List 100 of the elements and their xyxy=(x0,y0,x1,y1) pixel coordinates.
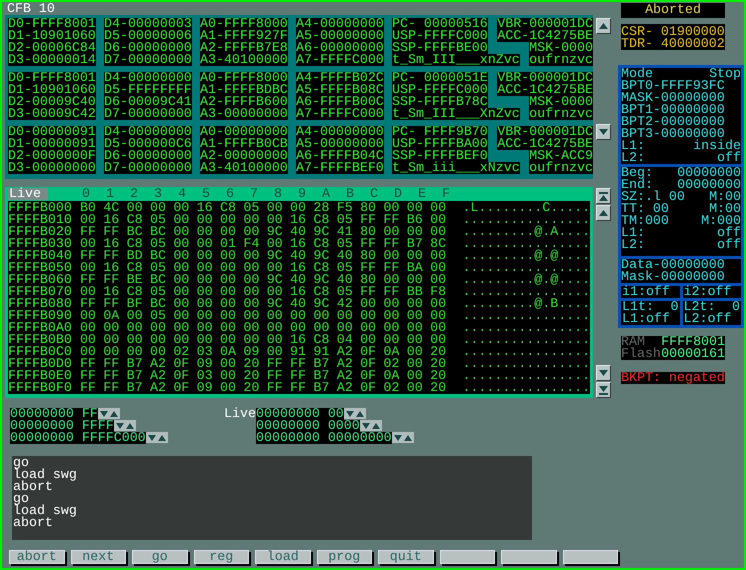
byte-cell-text: 00 xyxy=(266,346,284,358)
byte-cell-text: FF xyxy=(80,382,97,394)
byte-cell-text: A2 xyxy=(336,358,354,370)
command-button[interactable]: load xyxy=(255,550,310,564)
scroll-down-button[interactable] xyxy=(596,124,611,140)
byte-cell-text: 00 xyxy=(150,322,167,334)
register-value: MSK-0000 xyxy=(529,96,593,108)
console-line: go xyxy=(13,493,29,505)
byte-cell-text: B7 xyxy=(126,358,144,370)
byte-cell-text: FF xyxy=(103,382,120,394)
byte-cell-text: FF xyxy=(383,262,400,274)
spinner-button[interactable] xyxy=(146,432,168,443)
ascii-cell: ................ xyxy=(462,310,590,322)
up-down-arrows-icon xyxy=(100,410,118,416)
up-down-arrows-icon xyxy=(362,422,380,428)
memory-watch-field[interactable]: 00000000 00 xyxy=(256,408,344,420)
byte-cell-text: 00 xyxy=(383,250,400,262)
byte-cell-text: 00 xyxy=(383,202,400,214)
breakpoint-value: 0 xyxy=(732,301,740,313)
byte-cell-text: 9C xyxy=(313,250,330,262)
byte-cell-text: FF xyxy=(103,298,120,310)
register-value: t_Sm_iii___xNzvc xyxy=(392,162,520,174)
breakpoint-value: L1: xyxy=(621,227,645,239)
breakpoint-value: TM:000 xyxy=(621,215,669,227)
up-triangle-icon xyxy=(599,210,608,216)
byte-cell-text: A2 xyxy=(336,370,354,382)
byte-cell-text: C8 xyxy=(313,262,330,274)
column-header: A xyxy=(322,188,331,200)
scroll-up-button[interactable] xyxy=(596,18,611,34)
address-cell-text: FFFFB0C0 xyxy=(8,346,73,358)
byte-cell-text: 0A xyxy=(383,346,400,358)
register-value: A4-00000000 xyxy=(296,126,384,138)
byte-cell-text: 00 xyxy=(220,226,237,238)
byte-cell-text: 00 xyxy=(290,310,308,322)
scroll-to-bottom-button[interactable] xyxy=(596,382,611,398)
register-value: A5-00000000 xyxy=(296,30,384,42)
register-value: D6-00009C41 xyxy=(104,96,192,108)
register-value: D1-10901060 xyxy=(8,30,96,42)
byte-cell-text: 00 xyxy=(80,334,97,346)
memory-watch-field[interactable]: 00000000 0000 xyxy=(256,420,360,432)
console-line: load swg xyxy=(13,469,78,481)
byte-cell-text: 0F xyxy=(360,382,378,394)
byte-cell-text: 16 xyxy=(290,334,308,346)
byte-cell-text: BC xyxy=(150,274,167,286)
byte-cell-text: C8 xyxy=(126,286,144,298)
register-value: D2-0000000F xyxy=(8,150,96,162)
byte-cell-text: 00 xyxy=(103,322,120,334)
command-button[interactable]: go xyxy=(132,550,188,564)
memory-watch-field[interactable]: 00000000 FF xyxy=(10,408,98,420)
breakpoint-value: L2: xyxy=(621,239,645,251)
byte-cell-text: 00 xyxy=(383,310,400,322)
command-button[interactable]: next xyxy=(70,550,126,564)
memory-watch-field[interactable]: 00000000 00000000 xyxy=(256,432,392,444)
byte-cell-text: 00 xyxy=(430,226,448,238)
byte-cell-text: F8 xyxy=(430,286,448,298)
byte-cell-text: BC xyxy=(150,298,167,310)
spinner-button[interactable] xyxy=(344,408,366,419)
register-value: t_Sm_III___XnZvc xyxy=(392,108,520,120)
ascii-cell: ................ xyxy=(462,382,590,394)
column-header: 0 xyxy=(82,188,91,200)
spinner-button[interactable] xyxy=(392,432,414,443)
byte-cell-text: 00 xyxy=(243,214,260,226)
command-button[interactable]: quit xyxy=(378,550,434,564)
scroll-to-top-button[interactable] xyxy=(596,188,611,204)
command-button[interactable]: prog xyxy=(316,550,372,564)
spinner-button[interactable] xyxy=(98,408,120,419)
address-cell-text: FFFFB050 xyxy=(8,262,73,274)
command-button[interactable]: reg xyxy=(194,550,249,564)
byte-cell-text: 00 xyxy=(126,334,144,346)
byte-cell-text: 00 xyxy=(266,262,284,274)
memory-watch-field[interactable]: 00000000 FFFF xyxy=(10,420,114,432)
byte-cell-text: 00 xyxy=(80,262,97,274)
command-button[interactable]: abort xyxy=(9,550,64,564)
memory-watch-field[interactable]: 00000000 FFFFC000 xyxy=(10,432,146,444)
scroll-down-button[interactable] xyxy=(596,365,611,381)
byte-cell-text: BA xyxy=(406,262,424,274)
byte-cell-text: 00 xyxy=(243,226,260,238)
register-value: D2-00006C84 xyxy=(8,42,96,54)
byte-cell-text: FF xyxy=(360,286,378,298)
breakpoint-value: Mode xyxy=(621,68,653,80)
byte-cell-text: 8C xyxy=(430,238,448,250)
byte-cell-text: 00 xyxy=(173,310,190,322)
byte-cell-text: 00 xyxy=(406,322,424,334)
byte-cell-text: 0A xyxy=(220,346,237,358)
spinner-button[interactable] xyxy=(114,420,136,431)
byte-cell-text: 00 xyxy=(173,298,190,310)
up-down-arrows-icon xyxy=(116,422,134,428)
address-cell-text: FFFFB030 xyxy=(8,238,73,250)
column-header: C xyxy=(370,188,379,200)
spinner-button[interactable] xyxy=(360,420,382,431)
byte-cell-text: B7 xyxy=(313,370,330,382)
byte-cell-text: C8 xyxy=(126,238,144,250)
register-value: TDR- 40000002 xyxy=(621,38,725,50)
byte-cell-text: 05 xyxy=(150,214,167,226)
scroll-up-button[interactable] xyxy=(596,205,611,221)
console-line: load swg xyxy=(13,505,78,517)
byte-cell-text: 00 xyxy=(383,322,400,334)
register-value: A2-FFFFB600 xyxy=(200,96,288,108)
byte-cell-text: 00 xyxy=(220,334,237,346)
register-value: MSK-0000 xyxy=(529,42,593,54)
